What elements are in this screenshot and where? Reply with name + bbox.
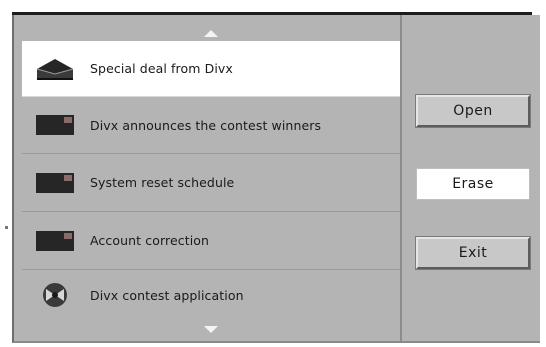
message-item[interactable]: System reset schedule	[22, 154, 400, 212]
message-panel: Special deal from Divx Divx announces th…	[12, 15, 540, 343]
open-button[interactable]: Open	[415, 94, 531, 128]
envelope-icon	[34, 112, 76, 138]
message-title: Divx contest application	[90, 287, 244, 303]
message-title: Account correction	[90, 233, 210, 248]
message-item[interactable]: Account correction	[22, 212, 400, 270]
scroll-up-icon	[204, 29, 218, 37]
edge-mark	[5, 226, 8, 229]
message-title: System reset schedule	[90, 175, 235, 190]
envelope-icon	[34, 228, 76, 254]
envelope-icon	[34, 170, 76, 196]
scroll-down-icon	[204, 325, 218, 333]
scroll-down-button[interactable]	[22, 317, 400, 341]
divx-badge-icon	[34, 282, 76, 308]
divx-message-screen: Special deal from Divx Divx announces th…	[0, 0, 546, 347]
exit-button[interactable]: Exit	[415, 236, 531, 270]
erase-button[interactable]: Erase	[416, 168, 530, 200]
message-item[interactable]: Divx contest application	[22, 270, 400, 320]
open-envelope-icon	[34, 56, 76, 82]
message-title: Special deal from Divx	[90, 61, 233, 76]
message-item[interactable]: Divx announces the contest winners	[22, 97, 400, 154]
message-list: Special deal from Divx Divx announces th…	[22, 15, 402, 341]
message-item[interactable]: Special deal from Divx	[22, 41, 400, 97]
message-title: Divx announces the contest winners	[90, 117, 322, 133]
